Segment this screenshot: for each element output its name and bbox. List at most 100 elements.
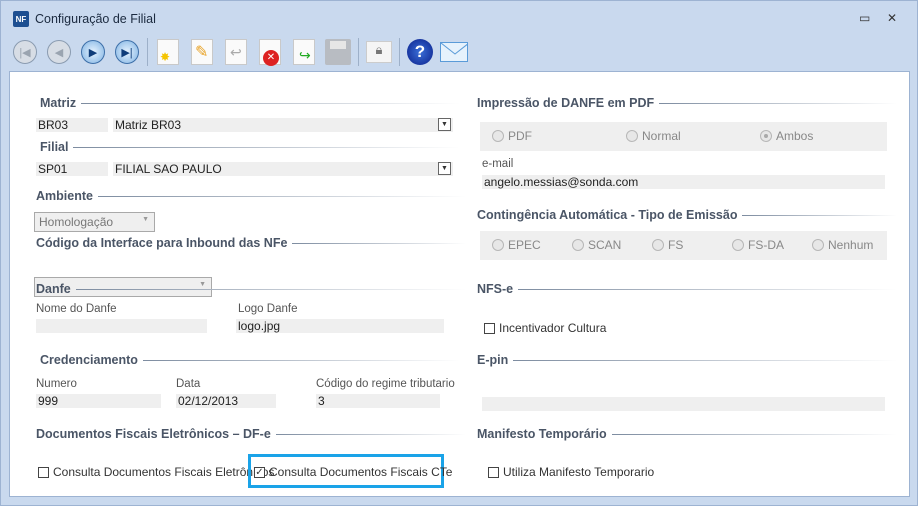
- new-button[interactable]: ✸: [154, 38, 182, 66]
- radio-label: SCAN: [588, 238, 622, 252]
- epin-section-title: E-pin: [477, 353, 897, 367]
- toolbar: |◀ ◀ ▶ ▶| ✸ ✎ ↩ ✕ ↪ 🔒︎ ?: [11, 35, 468, 69]
- radio-icon: [812, 239, 824, 251]
- radio-icon: [652, 239, 664, 251]
- undo-button[interactable]: ↩: [222, 38, 250, 66]
- first-record-button[interactable]: |◀: [11, 38, 39, 66]
- first-icon: |◀: [13, 40, 37, 64]
- filial-select[interactable]: FILIAL SAO PAULO ▼: [113, 162, 453, 176]
- new-icon: ✸: [157, 39, 179, 65]
- radio-epec[interactable]: EPEC: [492, 238, 541, 252]
- close-button[interactable]: ✕: [887, 11, 897, 25]
- consulta-cte-checkbox[interactable]: ✓ Consulta Documentos Fiscais CTe: [254, 465, 452, 479]
- next-record-button[interactable]: ▶: [79, 38, 107, 66]
- incentivador-label: Incentivador Cultura: [499, 321, 607, 335]
- radio-normal[interactable]: Normal: [626, 129, 681, 143]
- incentivador-checkbox[interactable]: Incentivador Cultura: [484, 321, 606, 335]
- manifesto-label: Utiliza Manifesto Temporario: [503, 465, 655, 479]
- manifesto-checkbox[interactable]: Utiliza Manifesto Temporario: [488, 465, 654, 479]
- chevron-down-icon: ▼: [142, 216, 149, 223]
- email-field[interactable]: angelo.messias@sonda.com: [482, 175, 885, 189]
- email-button[interactable]: [440, 38, 468, 66]
- chevron-down-icon[interactable]: ▼: [438, 118, 451, 131]
- radio-icon: [732, 239, 744, 251]
- radio-fs-da[interactable]: FS-DA: [732, 238, 784, 252]
- radio-pdf[interactable]: PDF: [492, 129, 532, 143]
- matriz-select[interactable]: Matriz BR03 ▼: [113, 118, 453, 132]
- nome-danfe-label: Nome do Danfe: [36, 303, 117, 315]
- export-icon: ↪: [293, 39, 315, 65]
- checkbox-checked-icon: ✓: [254, 466, 265, 478]
- previous-record-button[interactable]: ◀: [45, 38, 73, 66]
- edit-button[interactable]: ✎: [188, 38, 216, 66]
- save-button[interactable]: [324, 38, 352, 66]
- delete-button[interactable]: ✕: [256, 38, 284, 66]
- edit-icon: ✎: [191, 39, 213, 65]
- matriz-section-title: Matriz: [40, 96, 460, 110]
- dfe-section-title: Documentos Fiscais Eletrônicos – DF-e: [36, 427, 466, 441]
- logo-danfe-field[interactable]: logo.jpg: [236, 319, 444, 333]
- email-label: e-mail: [482, 158, 514, 170]
- contingencia-section-title: Contingência Automática - Tipo de Emissã…: [477, 208, 897, 222]
- help-button[interactable]: ?: [406, 38, 434, 66]
- danfe-section-title: Danfe: [36, 282, 466, 296]
- epin-field[interactable]: [482, 397, 885, 411]
- lock-icon: 🔒︎: [366, 41, 392, 63]
- nfse-section-title: NFS-e: [477, 282, 897, 296]
- lock-button[interactable]: 🔒︎: [365, 38, 393, 66]
- numero-field[interactable]: 999: [36, 394, 161, 408]
- radio-label: Nenhum: [828, 238, 874, 252]
- email-icon: [440, 42, 468, 62]
- radio-label: Normal: [642, 129, 681, 143]
- filial-name: FILIAL SAO PAULO: [115, 162, 222, 176]
- radio-icon: [492, 130, 504, 142]
- credenciamento-section-title: Credenciamento: [40, 353, 460, 367]
- help-icon: ?: [407, 39, 433, 65]
- data-field[interactable]: 02/12/2013: [176, 394, 276, 408]
- consulta-cte-label: Consulta Documentos Fiscais CTe: [269, 465, 453, 479]
- next-icon: ▶: [81, 40, 105, 64]
- last-icon: ▶|: [115, 40, 139, 64]
- app-icon: NF: [13, 11, 29, 27]
- radio-icon: [626, 130, 638, 142]
- data-label: Data: [176, 378, 201, 390]
- consulta-dfe-checkbox[interactable]: Consulta Documentos Fiscais Eletrônicos: [38, 465, 274, 479]
- window-title: Configuração de Filial: [35, 12, 156, 26]
- radio-nenhum[interactable]: Nenhum: [812, 238, 873, 252]
- matriz-code-field[interactable]: BR03: [36, 118, 108, 132]
- ambiente-section-title: Ambiente: [36, 189, 466, 203]
- export-button[interactable]: ↪: [290, 38, 318, 66]
- radio-fs[interactable]: FS: [652, 238, 683, 252]
- numero-label: Numero: [36, 378, 77, 390]
- radio-label: PDF: [508, 129, 532, 143]
- impressao-section-title: Impressão de DANFE em PDF: [477, 96, 897, 110]
- radio-icon: [492, 239, 504, 251]
- window: NF Configuração de Filial ▭ ✕ |◀ ◀ ▶ ▶| …: [0, 0, 918, 506]
- consulta-dfe-label: Consulta Documentos Fiscais Eletrônicos: [53, 465, 275, 479]
- delete-icon: ✕: [259, 39, 281, 66]
- radio-label: FS-DA: [748, 238, 784, 252]
- ambiente-select[interactable]: Homologação ▼: [34, 212, 155, 232]
- checkbox-box: [488, 466, 499, 478]
- checkbox-box: [484, 322, 495, 334]
- radio-label: EPEC: [508, 238, 541, 252]
- save-icon: [325, 39, 351, 65]
- radio-scan[interactable]: SCAN: [572, 238, 621, 252]
- form-panel: Matriz BR03 Matriz BR03 ▼ Filial SP01 FIL…: [9, 71, 910, 497]
- nome-danfe-field[interactable]: [36, 319, 207, 333]
- filial-code-field[interactable]: SP01: [36, 162, 108, 176]
- ambiente-value: Homologação: [39, 215, 114, 229]
- regime-field[interactable]: 3: [316, 394, 440, 408]
- radio-icon: [572, 239, 584, 251]
- matriz-name: Matriz BR03: [115, 118, 182, 132]
- previous-icon: ◀: [47, 40, 71, 64]
- regime-label: Código do regime tributario: [316, 378, 455, 390]
- toolbar-separator: [147, 38, 148, 66]
- minimize-button[interactable]: ▭: [859, 11, 870, 25]
- toolbar-separator: [358, 38, 359, 66]
- interface-section-title: Código da Interface para Inbound das NFe: [36, 236, 466, 250]
- last-record-button[interactable]: ▶|: [113, 38, 141, 66]
- toolbar-separator: [399, 38, 400, 66]
- chevron-down-icon[interactable]: ▼: [438, 162, 451, 175]
- radio-ambos[interactable]: Ambos: [760, 129, 813, 143]
